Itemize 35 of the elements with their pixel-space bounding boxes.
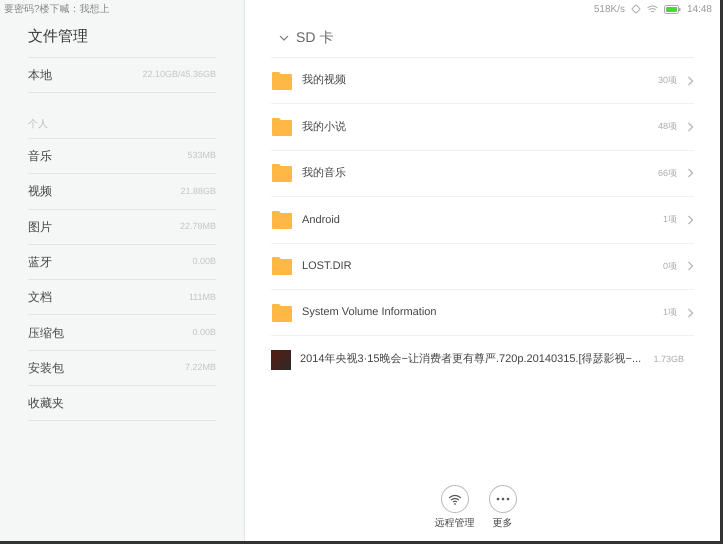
file-list-item[interactable]: LOST.DIR 0项 <box>271 244 694 290</box>
chevron-right-icon <box>687 214 694 225</box>
app-title: 文件管理 <box>28 27 88 48</box>
folder-icon <box>271 302 293 323</box>
chevron-right-icon <box>687 122 694 132</box>
folder-icon <box>271 70 293 91</box>
chevron-right-icon <box>687 168 694 178</box>
file-list-item[interactable]: 2014年央视3·15晚会−让消费者更有尊严.720p.20140315.[得瑟影视−... 1.73GB <box>271 336 694 383</box>
section-label: 个人 <box>28 118 48 132</box>
video-thumbnail <box>271 350 291 370</box>
file-list-item[interactable]: Android 1项 <box>271 197 694 244</box>
volume-header[interactable]: SD 卡 <box>271 18 694 58</box>
folder-icon <box>271 256 293 276</box>
file-list-item[interactable]: 我的音乐 66项 <box>271 150 694 198</box>
network-speed: 518K/s <box>594 2 625 16</box>
file-list-item[interactable]: 我的视频 30项 <box>271 58 694 104</box>
action-button[interactable] <box>440 485 468 513</box>
wifi-icon <box>448 494 462 504</box>
chevron-right-icon <box>687 76 694 86</box>
file-list-item[interactable]: 我的小说 48项 <box>271 104 694 151</box>
file-list-item[interactable]: System Volume Information 1项 <box>271 290 694 336</box>
chevron-right-icon <box>687 308 694 318</box>
folder-icon <box>271 210 293 230</box>
action-label: 远程管理 <box>434 517 474 531</box>
more-icon <box>496 497 510 501</box>
wifi-signal-icon <box>646 4 658 14</box>
category-item[interactable]: 收藏夹 <box>28 386 216 422</box>
battery-icon <box>664 4 681 14</box>
action-label: 更多 <box>492 517 512 531</box>
folder-icon <box>271 117 293 138</box>
rotation-lock-icon <box>630 4 641 14</box>
chevron-right-icon <box>687 261 694 272</box>
notification-text: 要密码?楼下喊：我想上 <box>4 2 110 16</box>
clock-time: 14:48 <box>686 2 712 16</box>
folder-icon <box>271 163 293 184</box>
